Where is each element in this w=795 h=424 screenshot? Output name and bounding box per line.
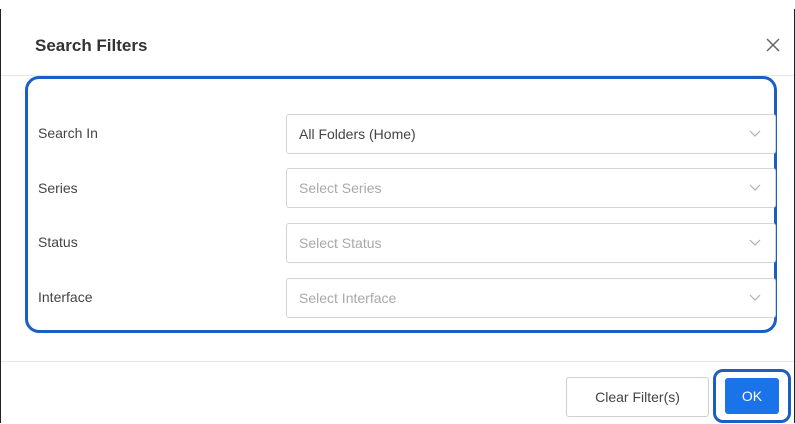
filters-form: Search In All Folders (Home) Series Sele…: [25, 76, 777, 333]
chevron-down-icon: [749, 239, 761, 246]
interface-label: Interface: [38, 289, 93, 305]
chevron-down-icon: [749, 130, 761, 137]
status-placeholder: Select Status: [299, 235, 382, 251]
search-in-select[interactable]: All Folders (Home): [286, 114, 776, 154]
ok-button[interactable]: OK: [725, 378, 779, 414]
dialog-footer: Clear Filter(s) OK: [1, 361, 794, 424]
series-label: Series: [38, 180, 78, 196]
status-label: Status: [38, 234, 78, 250]
clear-filters-button[interactable]: Clear Filter(s): [566, 377, 709, 417]
dialog-body: Search In All Folders (Home) Series Sele…: [1, 76, 794, 359]
search-in-label: Search In: [38, 125, 98, 141]
search-filters-dialog: Search Filters Search In All Folders (Ho…: [0, 9, 795, 423]
background-window-strip: [0, 0, 795, 9]
dialog-title: Search Filters: [35, 36, 148, 55]
interface-select[interactable]: Select Interface: [286, 278, 776, 318]
ok-focus-ring: OK: [713, 369, 791, 423]
interface-placeholder: Select Interface: [299, 290, 397, 306]
chevron-down-icon: [749, 184, 761, 191]
close-icon: [766, 38, 780, 52]
dialog-header: Search Filters: [1, 9, 794, 76]
close-button[interactable]: [759, 31, 787, 59]
chevron-down-icon: [749, 294, 761, 301]
status-select[interactable]: Select Status: [286, 223, 776, 263]
series-placeholder: Select Series: [299, 180, 382, 196]
series-select[interactable]: Select Series: [286, 168, 776, 208]
search-in-value: All Folders (Home): [299, 126, 416, 142]
